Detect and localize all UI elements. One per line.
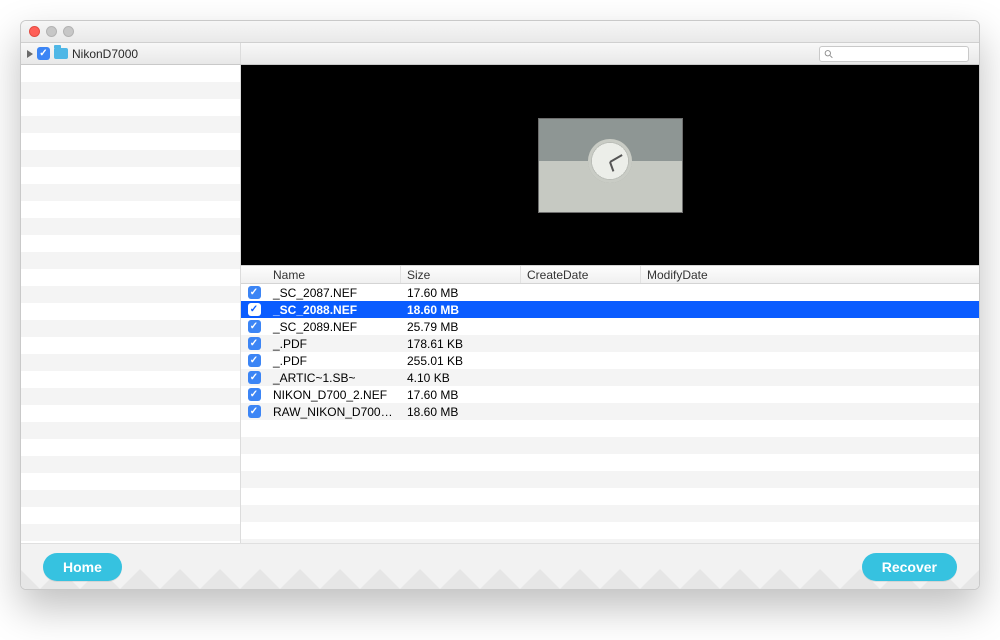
- main-panel: Name Size CreateDate ModifyDate _SC_2087…: [241, 65, 979, 543]
- table-row[interactable]: _SC_2088.NEF18.60 MB: [241, 301, 979, 318]
- cell-size: 4.10 KB: [401, 369, 521, 387]
- table-body[interactable]: _SC_2087.NEF17.60 MB_SC_2088.NEF18.60 MB…: [241, 284, 979, 543]
- row-checkbox[interactable]: [248, 303, 261, 316]
- table-row[interactable]: _SC_2087.NEF17.60 MB: [241, 284, 979, 301]
- cell-modifydate: [641, 342, 979, 346]
- table-row[interactable]: _.PDF178.61 KB: [241, 335, 979, 352]
- col-header-check: [241, 266, 267, 283]
- window-zoom-button[interactable]: [63, 26, 74, 37]
- table-header: Name Size CreateDate ModifyDate: [241, 265, 979, 284]
- search-field[interactable]: [819, 46, 969, 62]
- preview-thumbnail[interactable]: [538, 118, 683, 213]
- body: Name Size CreateDate ModifyDate _SC_2087…: [21, 65, 979, 543]
- col-header-createdate[interactable]: CreateDate: [521, 266, 641, 283]
- search-input[interactable]: [836, 48, 964, 60]
- cell-size: 255.01 KB: [401, 352, 521, 370]
- cell-name: NIKON_D700_2.NEF: [267, 386, 401, 404]
- row-checkbox[interactable]: [248, 405, 261, 418]
- table-row[interactable]: _ARTIC~1.SB~4.10 KB: [241, 369, 979, 386]
- recover-button[interactable]: Recover: [862, 553, 957, 581]
- cell-createdate: [521, 376, 641, 380]
- table-row[interactable]: NIKON_D700_2.NEF17.60 MB: [241, 386, 979, 403]
- cell-createdate: [521, 342, 641, 346]
- app-window: NikonD7000 Name Size CreateDate Modif: [20, 20, 980, 590]
- row-checkbox-cell: [241, 369, 267, 386]
- row-checkbox-cell: [241, 403, 267, 420]
- cell-name: _SC_2089.NEF: [267, 318, 401, 336]
- table-row[interactable]: RAW_NIKON_D7000_1.NEF18.60 MB: [241, 403, 979, 420]
- cell-modifydate: [641, 308, 979, 312]
- col-header-name[interactable]: Name: [267, 266, 401, 283]
- preview-pane: [241, 65, 979, 265]
- cell-modifydate: [641, 376, 979, 380]
- cell-createdate: [521, 359, 641, 363]
- root-checkbox[interactable]: [37, 47, 50, 60]
- cell-size: 17.60 MB: [401, 386, 521, 404]
- row-checkbox-cell: [241, 386, 267, 403]
- cell-modifydate: [641, 291, 979, 295]
- clock-icon: [588, 139, 632, 183]
- cell-createdate: [521, 393, 641, 397]
- cell-size: 18.60 MB: [401, 301, 521, 319]
- row-checkbox[interactable]: [248, 354, 261, 367]
- row-checkbox[interactable]: [248, 371, 261, 384]
- cell-size: 18.60 MB: [401, 403, 521, 421]
- cell-name: _.PDF: [267, 335, 401, 353]
- footer: Home Recover: [21, 543, 979, 589]
- file-table: Name Size CreateDate ModifyDate _SC_2087…: [241, 265, 979, 543]
- cell-createdate: [521, 410, 641, 414]
- table-row[interactable]: _SC_2089.NEF25.79 MB: [241, 318, 979, 335]
- row-checkbox-cell: [241, 335, 267, 352]
- cell-name: RAW_NIKON_D7000_1.NEF: [267, 403, 401, 421]
- row-checkbox-cell: [241, 352, 267, 369]
- window-minimize-button[interactable]: [46, 26, 57, 37]
- table-row[interactable]: _.PDF255.01 KB: [241, 352, 979, 369]
- cell-name: _SC_2087.NEF: [267, 284, 401, 302]
- col-header-modifydate[interactable]: ModifyDate: [641, 266, 979, 283]
- cell-modifydate: [641, 359, 979, 363]
- search-icon: [824, 49, 833, 59]
- cell-size: 25.79 MB: [401, 318, 521, 336]
- cell-size: 17.60 MB: [401, 284, 521, 302]
- cell-name: _ARTIC~1.SB~: [267, 369, 401, 387]
- cell-modifydate: [641, 325, 979, 329]
- cell-createdate: [521, 308, 641, 312]
- row-checkbox-cell: [241, 318, 267, 335]
- sidebar-root-label: NikonD7000: [72, 47, 138, 61]
- row-checkbox[interactable]: [248, 388, 261, 401]
- window-close-button[interactable]: [29, 26, 40, 37]
- folder-icon: [54, 48, 68, 59]
- cell-createdate: [521, 291, 641, 295]
- row-checkbox-cell: [241, 284, 267, 301]
- home-button[interactable]: Home: [43, 553, 122, 581]
- cell-size: 178.61 KB: [401, 335, 521, 353]
- titlebar: [21, 21, 979, 43]
- cell-createdate: [521, 325, 641, 329]
- cell-name: _SC_2088.NEF: [267, 301, 401, 319]
- cell-modifydate: [641, 393, 979, 397]
- cell-name: _.PDF: [267, 352, 401, 370]
- cell-modifydate: [641, 410, 979, 414]
- disclosure-triangle-icon[interactable]: [27, 50, 33, 58]
- col-header-size[interactable]: Size: [401, 266, 521, 283]
- sidebar-root-row[interactable]: NikonD7000: [21, 43, 241, 64]
- row-checkbox[interactable]: [248, 286, 261, 299]
- sidebar[interactable]: [21, 65, 241, 543]
- toolbar: NikonD7000: [21, 43, 979, 65]
- row-checkbox[interactable]: [248, 320, 261, 333]
- row-checkbox-cell: [241, 301, 267, 318]
- row-checkbox[interactable]: [248, 337, 261, 350]
